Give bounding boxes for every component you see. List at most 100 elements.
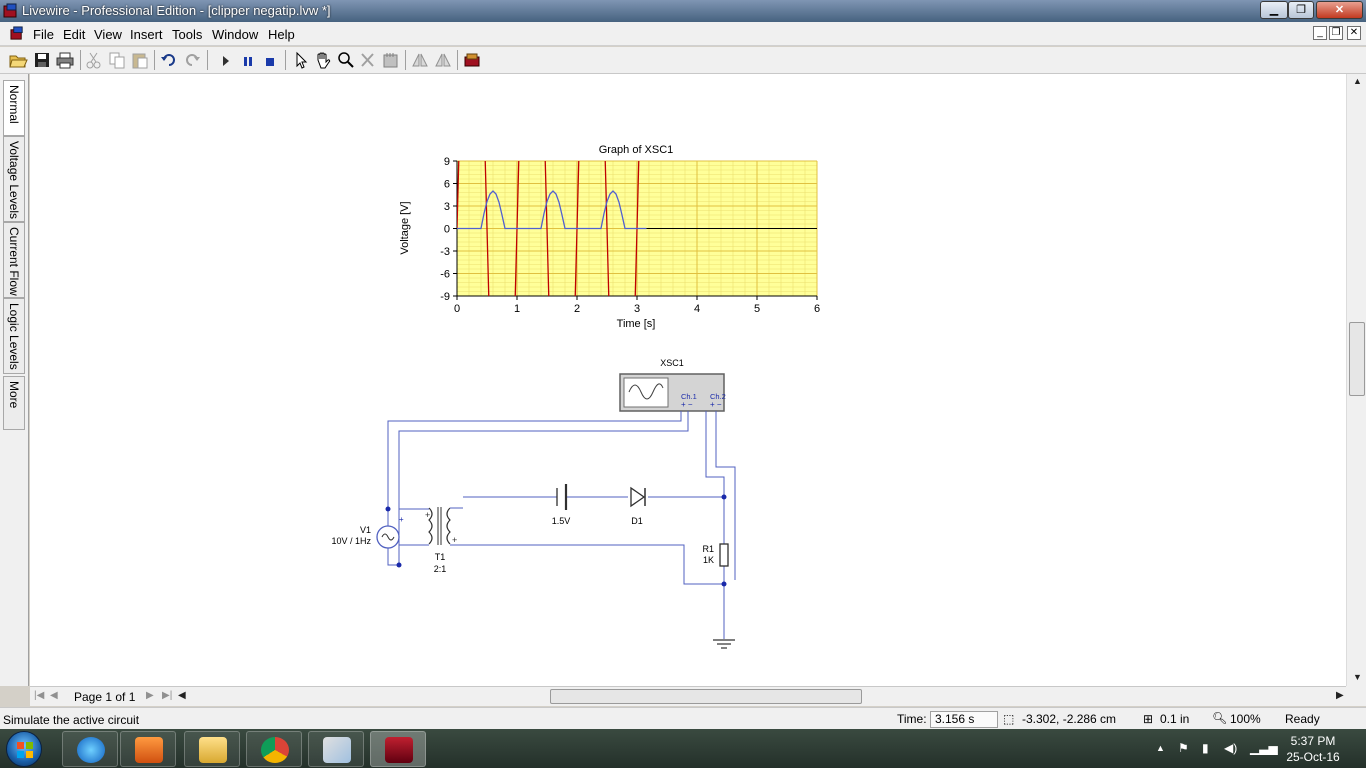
save-icon[interactable] xyxy=(32,51,52,69)
mdi-minimize-button[interactable]: _ xyxy=(1313,26,1327,40)
menu-edit[interactable]: Edit xyxy=(63,27,85,42)
flip-vertical-icon[interactable] xyxy=(433,51,453,69)
menu-view[interactable]: View xyxy=(94,27,122,42)
taskbar-explorer[interactable] xyxy=(184,731,240,767)
taskbar-chrome[interactable] xyxy=(246,731,302,767)
paint-icon xyxy=(323,737,351,763)
toolbar-separator xyxy=(405,50,406,70)
taskbar-livewire[interactable] xyxy=(370,731,426,767)
taskbar-media-player[interactable] xyxy=(120,731,176,767)
start-button[interactable] xyxy=(6,731,42,767)
tab-voltage-levels[interactable]: Voltage Levels xyxy=(3,136,25,222)
x-tick-label: 2 xyxy=(574,303,580,315)
taskbar-paint[interactable] xyxy=(308,731,364,767)
scroll-left-icon[interactable]: ◀ xyxy=(178,690,186,701)
transformer-t1[interactable]: + + xyxy=(399,507,463,546)
maximize-button[interactable]: ❐ xyxy=(1288,1,1314,19)
prev-page-icon[interactable]: ◀ xyxy=(50,690,58,701)
parts-gallery-icon[interactable] xyxy=(462,51,482,69)
power-icon[interactable]: ▮ xyxy=(1202,741,1209,755)
minimize-button[interactable]: ▁ xyxy=(1260,1,1288,19)
chrome-icon xyxy=(261,737,289,763)
clock[interactable]: 5:37 PM 25-Oct-16 xyxy=(1278,733,1348,765)
pointer-icon[interactable] xyxy=(291,51,311,69)
tab-normal[interactable]: Normal xyxy=(3,80,25,136)
mdi-close-button[interactable]: ✕ xyxy=(1347,26,1361,40)
battery-value: 1.5V xyxy=(552,516,571,526)
document-icon[interactable] xyxy=(10,26,25,41)
ground-symbol[interactable] xyxy=(713,639,735,649)
y-tick-label: -9 xyxy=(440,291,450,303)
redo-icon[interactable] xyxy=(182,51,202,69)
toolbar-separator xyxy=(80,50,81,70)
show-hidden-icons-icon[interactable]: ▲ xyxy=(1156,743,1165,753)
pause-icon[interactable] xyxy=(238,51,258,69)
scroll-down-icon[interactable]: ▼ xyxy=(1353,672,1362,682)
x-tick-label: 6 xyxy=(814,303,820,315)
copy-icon[interactable] xyxy=(107,51,127,69)
network-icon[interactable]: ▁▃▅ xyxy=(1250,741,1278,755)
paste-icon[interactable] xyxy=(130,51,150,69)
horizontal-scroll-thumb[interactable] xyxy=(550,689,862,704)
flip-horizontal-icon[interactable] xyxy=(410,51,430,69)
menu-help[interactable]: Help xyxy=(268,27,295,42)
open-icon[interactable] xyxy=(8,51,28,69)
diode-label: D1 xyxy=(631,516,643,526)
close-button[interactable]: ✕ xyxy=(1316,1,1363,19)
vertical-scroll-thumb[interactable] xyxy=(1349,322,1365,396)
menu-file[interactable]: File xyxy=(33,27,54,42)
menu-tools[interactable]: Tools xyxy=(172,27,202,42)
menu-window[interactable]: Window xyxy=(212,27,258,42)
resistor-r1[interactable] xyxy=(719,543,729,567)
livewire-app-icon[interactable] xyxy=(3,3,19,19)
first-page-icon[interactable]: |◀ xyxy=(34,690,44,701)
delete-icon[interactable] xyxy=(358,51,378,69)
battery-1-5v[interactable] xyxy=(556,484,568,510)
mdi-restore-button[interactable]: ❐ xyxy=(1329,26,1343,40)
play-icon[interactable] xyxy=(215,51,235,69)
tab-label: Normal xyxy=(7,85,21,124)
time-value: 3.156 s xyxy=(930,711,998,728)
zoom-status-icon: 🔍︎ xyxy=(1212,711,1228,725)
y-tick-label: 6 xyxy=(444,179,450,191)
scroll-up-icon[interactable]: ▲ xyxy=(1353,76,1362,86)
status-message: Simulate the active circuit xyxy=(3,713,140,727)
graph-x-label: Time [s] xyxy=(617,318,656,330)
zoom-icon[interactable] xyxy=(336,51,356,69)
clock-time: 5:37 PM xyxy=(1290,734,1336,748)
coordinates-icon: ⬚ xyxy=(1003,712,1015,726)
t1-label: T1 xyxy=(435,552,446,562)
tab-logic-levels[interactable]: Logic Levels xyxy=(3,298,25,374)
windows-logo-icon xyxy=(17,742,33,758)
tab-more[interactable]: More xyxy=(3,376,25,430)
title-bar: Livewire - Professional Edition - [clipp… xyxy=(0,0,1366,22)
flag-icon[interactable]: ⚑ xyxy=(1178,741,1189,755)
taskbar-internet-explorer[interactable] xyxy=(62,731,118,767)
graph-y-ticks: 9 6 3 0 -3 -6 -9 xyxy=(440,156,457,303)
pan-hand-icon[interactable] xyxy=(313,51,333,69)
ac-source-v1[interactable]: + xyxy=(376,515,404,549)
print-icon[interactable] xyxy=(55,51,75,69)
circuit-canvas[interactable]: Graph of XSC1 9 6 3 0 -3 -6 -9 0 1 2 3 4 5 6 Voltage… xyxy=(30,74,1346,686)
diode-d1[interactable] xyxy=(630,486,646,508)
next-page-icon[interactable]: ▶ xyxy=(146,690,154,701)
graph-xsc1[interactable]: Graph of XSC1 9 6 3 0 -3 -6 -9 0 1 2 3 4 5 6 Voltage… xyxy=(399,74,820,604)
zoom-value: 100% xyxy=(1230,712,1261,726)
schematic-svg: Graph of XSC1 9 6 3 0 -3 -6 -9 0 1 2 3 4 5 6 Voltage… xyxy=(331,74,820,649)
stop-icon[interactable] xyxy=(260,51,280,69)
volume-icon[interactable]: ◀) xyxy=(1224,741,1237,755)
vertical-scrollbar[interactable]: ▲ ▼ xyxy=(1346,74,1366,686)
component-bin-icon[interactable] xyxy=(381,51,401,69)
cut-icon[interactable] xyxy=(84,51,104,69)
grid-value: 0.1 in xyxy=(1160,712,1190,726)
menu-bar: File Edit View Insert Tools Window Help … xyxy=(0,22,1366,46)
scroll-right-icon[interactable]: ▶ xyxy=(1336,690,1344,701)
close-icon: ✕ xyxy=(1349,27,1359,38)
tab-current-flow[interactable]: Current Flow xyxy=(3,222,25,298)
oscilloscope-xsc1[interactable]: Ch.1 Ch.2 + − + − xyxy=(619,373,726,412)
scope-ch1-polarity: + − xyxy=(681,400,693,409)
undo-icon[interactable] xyxy=(159,51,179,69)
tab-label: Voltage Levels xyxy=(7,141,21,220)
menu-insert[interactable]: Insert xyxy=(130,27,163,42)
last-page-icon[interactable]: ▶| xyxy=(162,690,172,701)
